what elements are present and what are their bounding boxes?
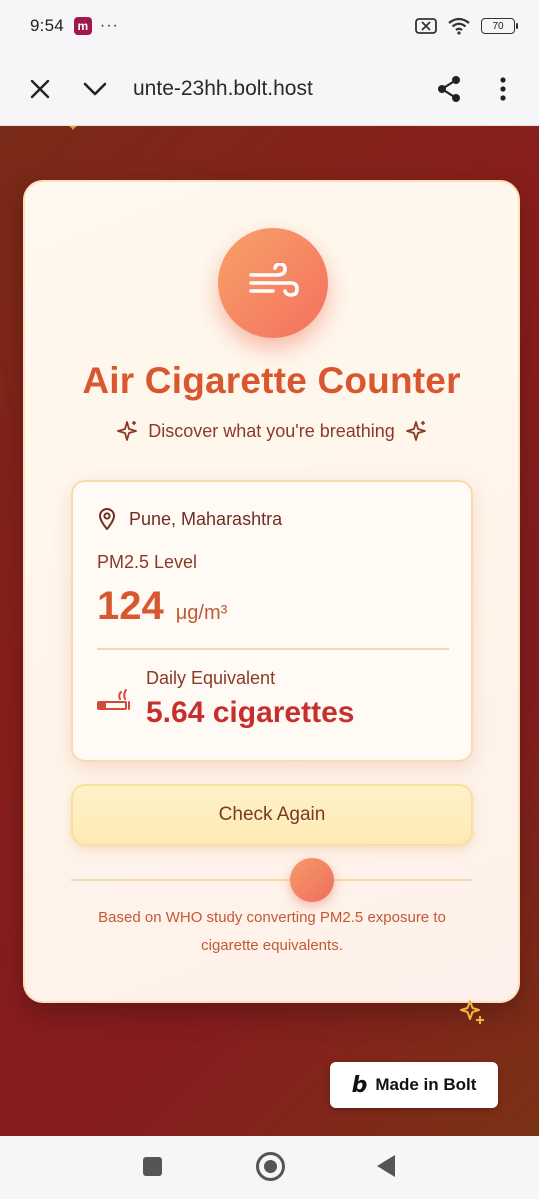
status-icons: 70 (415, 17, 518, 35)
pm-value: 124 (97, 584, 164, 628)
sparkles-icon (405, 421, 426, 441)
home-icon (264, 1160, 277, 1173)
back-button[interactable] (377, 1155, 395, 1177)
more-vert-icon (500, 76, 506, 101)
battery-icon: 70 (481, 18, 518, 34)
made-in-bolt-badge[interactable]: b Made in Bolt (330, 1062, 498, 1108)
status-time: 9:54 (30, 16, 64, 35)
home-button[interactable] (256, 1152, 285, 1181)
sparkle-icon: ✦ (68, 126, 79, 134)
share-button[interactable] (429, 69, 469, 109)
page-title: Air Cigarette Counter (82, 360, 461, 401)
sim-off-icon (415, 18, 437, 34)
location-row: Pune, Maharashtra (97, 508, 282, 530)
bolt-logo-icon: b (351, 1072, 368, 1098)
share-icon (438, 75, 460, 102)
sparkles-icon (117, 421, 138, 441)
check-again-button[interactable]: Check Again (71, 784, 473, 846)
main-card: Air Cigarette Counter Discover what you'… (23, 180, 520, 1003)
wind-icon (249, 263, 299, 297)
subtitle: Discover what you're breathing (148, 420, 395, 441)
app-notification-icon: m (73, 17, 92, 35)
collapse-button[interactable] (75, 69, 115, 109)
recents-button[interactable] (143, 1157, 162, 1176)
daily-value: 5.64 cigarettes (146, 696, 355, 729)
bolt-badge-label: Made in Bolt (375, 1075, 477, 1094)
chevron-down-icon (83, 82, 107, 95)
daily-label: Daily Equivalent (146, 668, 276, 688)
pm-label: PM2.5 Level (97, 552, 198, 572)
cigarette-icon (97, 689, 130, 710)
url-field[interactable]: unte-23hh.bolt.host (133, 77, 393, 101)
app-logo (218, 228, 328, 338)
air-quality-card: Pune, Maharashtra PM2.5 Level 124 μg/m³ … (71, 480, 473, 762)
close-button[interactable] (20, 69, 60, 109)
footnote: Based on WHO study converting PM2.5 expo… (98, 909, 446, 954)
status-bar: 9:54 m ··· 70 (0, 0, 539, 52)
wifi-icon (448, 17, 470, 35)
slider-track[interactable] (71, 879, 473, 881)
divider (97, 648, 449, 650)
slider-thumb[interactable] (290, 858, 335, 902)
map-pin-icon (98, 508, 116, 530)
location-name: Pune, Maharashtra (129, 508, 283, 529)
subtitle-row: Discover what you're breathing (25, 420, 518, 442)
sparkle-icon (460, 1000, 484, 1024)
pm-reading: 124 μg/m³ (97, 584, 227, 629)
browser-toolbar: unte-23hh.bolt.host (0, 52, 539, 126)
close-icon (30, 79, 50, 98)
system-nav-bar (0, 1136, 539, 1199)
page-background: ✦ Air Cigarette Counter Discover what yo… (0, 126, 539, 1136)
more-notifications-icon: ··· (99, 17, 119, 34)
more-button[interactable] (483, 69, 523, 109)
pm-unit: μg/m³ (175, 602, 228, 624)
